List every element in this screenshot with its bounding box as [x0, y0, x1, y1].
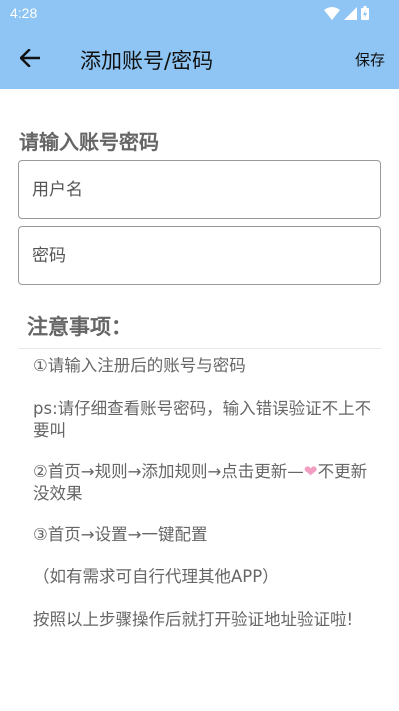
status-bar: 4:28 — [0, 0, 399, 28]
back-button[interactable] — [14, 44, 46, 72]
note-item: ②首页→规则→添加规则→点击更新—❤不更新没效果 — [33, 461, 378, 505]
username-field[interactable] — [18, 160, 381, 219]
username-input[interactable] — [19, 161, 380, 218]
note-item: ③首页→设置→一键配置 — [33, 525, 208, 544]
note-item: （如有需求可自行代理其他APP） — [33, 567, 279, 586]
heart-icon: ❤ — [303, 462, 318, 481]
save-button[interactable]: 保存 — [355, 49, 385, 70]
note-item: 按照以上步骤操作后就打开验证地址验证啦! — [33, 610, 354, 629]
note-text: ②首页→规则→添加规则→点击更新— — [33, 462, 304, 481]
status-icons — [324, 6, 369, 20]
note-item: ps:请仔细查看账号密码，输入错误验证不上不要叫 — [33, 399, 372, 440]
cellular-signal-icon — [344, 6, 357, 20]
arrow-back-icon — [20, 49, 40, 67]
wifi-icon — [324, 6, 340, 20]
battery-icon — [361, 6, 369, 20]
page-title: 添加账号/密码 — [80, 49, 214, 73]
divider — [18, 348, 381, 349]
status-time: 4:28 — [10, 5, 38, 21]
form-section-title: 请输入账号密码 — [19, 130, 159, 154]
note-item: ①请输入注册后的账号与密码 — [33, 356, 246, 375]
notes-title: 注意事项： — [27, 315, 132, 339]
app-bar: 添加账号/密码 保存 — [0, 28, 399, 89]
password-input[interactable] — [19, 227, 380, 284]
password-field[interactable] — [18, 226, 381, 285]
